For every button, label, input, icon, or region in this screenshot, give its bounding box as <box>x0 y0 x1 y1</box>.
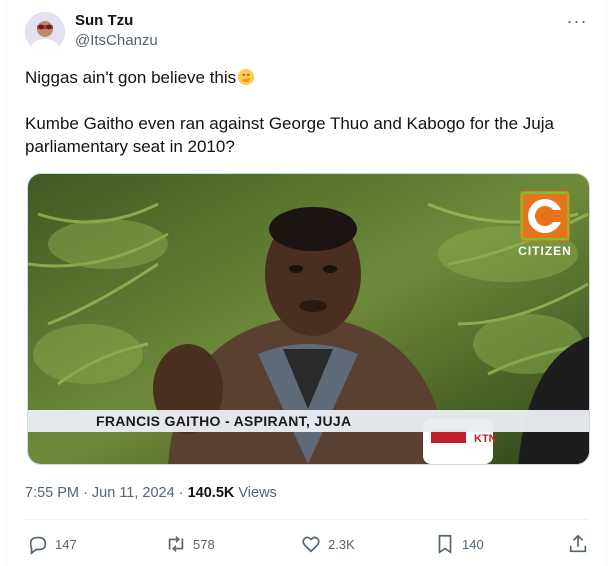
share-icon <box>569 534 587 553</box>
tweet-text-line-1: Niggas ain't gon believe this <box>25 66 595 89</box>
repost-button[interactable]: 578 <box>165 532 215 556</box>
tweet-video[interactable]: KTN FRANCIS GAITHO - ASPIRANT, JUJA CITI… <box>27 173 590 465</box>
face-with-hand-over-mouth-icon <box>238 68 255 86</box>
bookmark-count: 140 <box>462 536 484 552</box>
bookmark-icon <box>438 534 452 554</box>
reply-button[interactable]: 147 <box>27 532 77 556</box>
citizen-logo: CITIZEN <box>518 191 572 258</box>
lower-third-text: FRANCIS GAITHO - ASPIRANT, JUJA <box>96 413 351 429</box>
views-count: 140.5K <box>187 485 235 501</box>
tweet-text-line-2: Kumbe Gaitho even ran against George Thu… <box>25 114 554 156</box>
tweet-meta: 7:55 PM · Jun 11, 2024 · 140.5K Views <box>25 485 277 501</box>
tweet-card: Sun Tzu @ItsChanzu ··· Niggas ain't gon … <box>6 0 607 566</box>
repost-count: 578 <box>193 536 215 552</box>
like-icon <box>302 536 320 553</box>
repost-icon <box>168 536 184 552</box>
more-icon: ··· <box>566 10 588 31</box>
display-name[interactable]: Sun Tzu <box>75 12 133 29</box>
video-frame: KTN FRANCIS GAITHO - ASPIRANT, JUJA CITI… <box>28 174 589 464</box>
like-button[interactable]: 2.3K <box>300 532 355 556</box>
tweet-date[interactable]: Jun 11, 2024 <box>92 485 175 501</box>
user-handle[interactable]: @ItsChanzu <box>75 32 158 49</box>
avatar-image <box>25 12 65 52</box>
share-button[interactable] <box>567 532 589 556</box>
reply-icon <box>29 536 47 555</box>
actions-divider <box>25 519 588 520</box>
mic-label: KTN <box>474 433 497 445</box>
like-count: 2.3K <box>328 536 355 552</box>
bookmark-button[interactable]: 140 <box>434 532 484 556</box>
tweet-text-line-1-content: Niggas ain't gon believe this <box>25 68 237 87</box>
tweet-text: Niggas ain't gon believe this Kumbe Gait… <box>25 66 595 181</box>
meta-separator: · <box>178 485 184 501</box>
citizen-logo-text: CITIZEN <box>518 244 572 258</box>
meta-separator: · <box>83 485 88 501</box>
views-label: Views <box>238 485 277 501</box>
avatar[interactable] <box>25 12 65 52</box>
reply-count: 147 <box>55 536 77 552</box>
more-button[interactable]: ··· <box>564 8 590 34</box>
tweet-time[interactable]: 7:55 PM <box>25 485 79 501</box>
